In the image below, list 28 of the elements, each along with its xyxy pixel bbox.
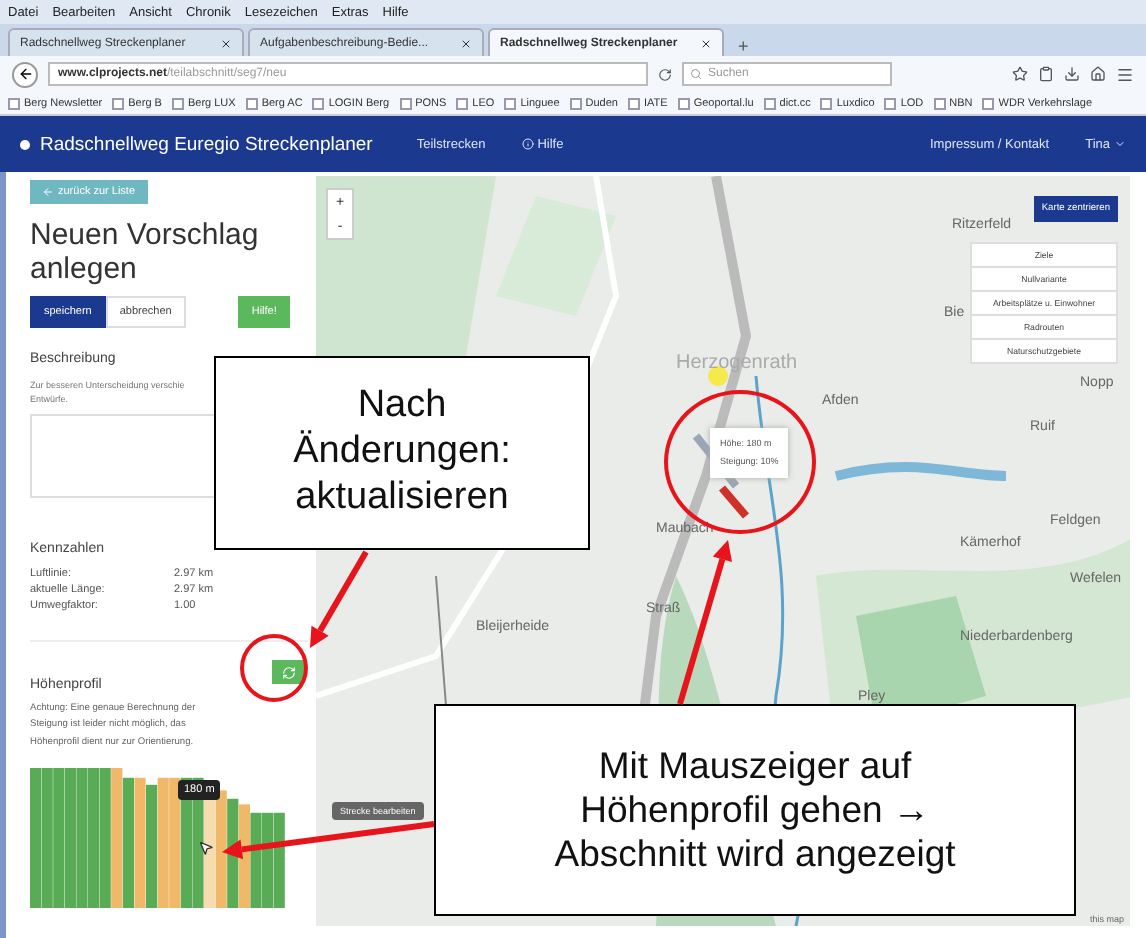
back-button[interactable]	[12, 61, 38, 87]
callout-text: Nach Änderungen: aktualisieren	[214, 356, 590, 550]
arrow	[310, 550, 369, 648]
back-arrow-icon	[17, 66, 33, 82]
new-tab-button[interactable]: +	[728, 36, 759, 56]
elevation-profile-drawing[interactable]	[30, 763, 286, 908]
page-heading: Neuen Vorschlag anlegen	[30, 218, 261, 287]
search-icon	[690, 68, 702, 80]
download-icon[interactable]	[1064, 66, 1080, 82]
clipboard-icon[interactable]	[1038, 66, 1054, 82]
arrow-left-icon	[42, 186, 54, 198]
caret-icon	[1114, 138, 1126, 150]
home-icon[interactable]	[1090, 66, 1106, 82]
highlight-circle	[240, 634, 308, 702]
close-icon[interactable]	[700, 37, 712, 49]
close-icon[interactable]	[220, 37, 232, 49]
callout-text: Mit Mauszeiger auf Höhenprofil gehen → Abschnitt wird angezeigt	[434, 704, 1076, 916]
menu-icon[interactable]	[1116, 65, 1134, 83]
info-icon	[521, 138, 534, 150]
star-icon[interactable]	[1012, 66, 1028, 82]
close-icon[interactable]	[460, 37, 472, 49]
reload-icon[interactable]	[658, 67, 672, 81]
mouse-cursor-icon	[198, 839, 214, 856]
refresh-icon	[281, 665, 295, 680]
app-title[interactable]: Radschnellweg Euregio Streckenplaner	[40, 133, 373, 155]
logo-dot	[20, 139, 30, 149]
description-field[interactable]	[30, 413, 218, 498]
refresh-button[interactable]	[272, 660, 304, 685]
